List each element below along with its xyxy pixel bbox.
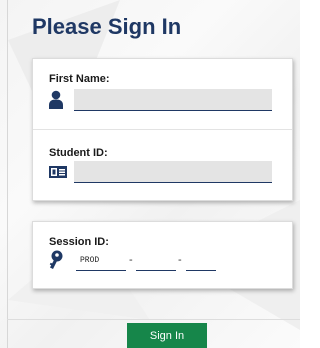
session-id-separator: - (129, 254, 133, 266)
session-id-label: Session ID: (49, 236, 109, 248)
session-id-segment-3[interactable] (186, 251, 216, 271)
person-icon (49, 90, 63, 109)
session-card: Session ID: - - (32, 221, 293, 289)
session-id-separator: - (178, 254, 182, 266)
page-title: Please Sign In (32, 14, 182, 39)
card-divider (33, 129, 292, 130)
session-id-segment-2[interactable] (136, 251, 176, 271)
session-id-segment-1[interactable] (76, 251, 126, 271)
id-card-icon (49, 166, 67, 178)
sign-in-button[interactable]: Sign In (127, 323, 207, 348)
footer-divider (7, 319, 300, 320)
student-id-input[interactable] (74, 161, 272, 183)
student-id-label: Student ID: (49, 147, 108, 159)
first-name-label: First Name: (49, 73, 110, 85)
user-info-card: First Name: Student ID: (32, 58, 293, 201)
sign-in-page: Please Sign In First Name: Student ID: S… (0, 0, 300, 348)
key-icon (49, 250, 63, 269)
first-name-input[interactable] (74, 89, 272, 111)
page-edge (7, 0, 8, 348)
